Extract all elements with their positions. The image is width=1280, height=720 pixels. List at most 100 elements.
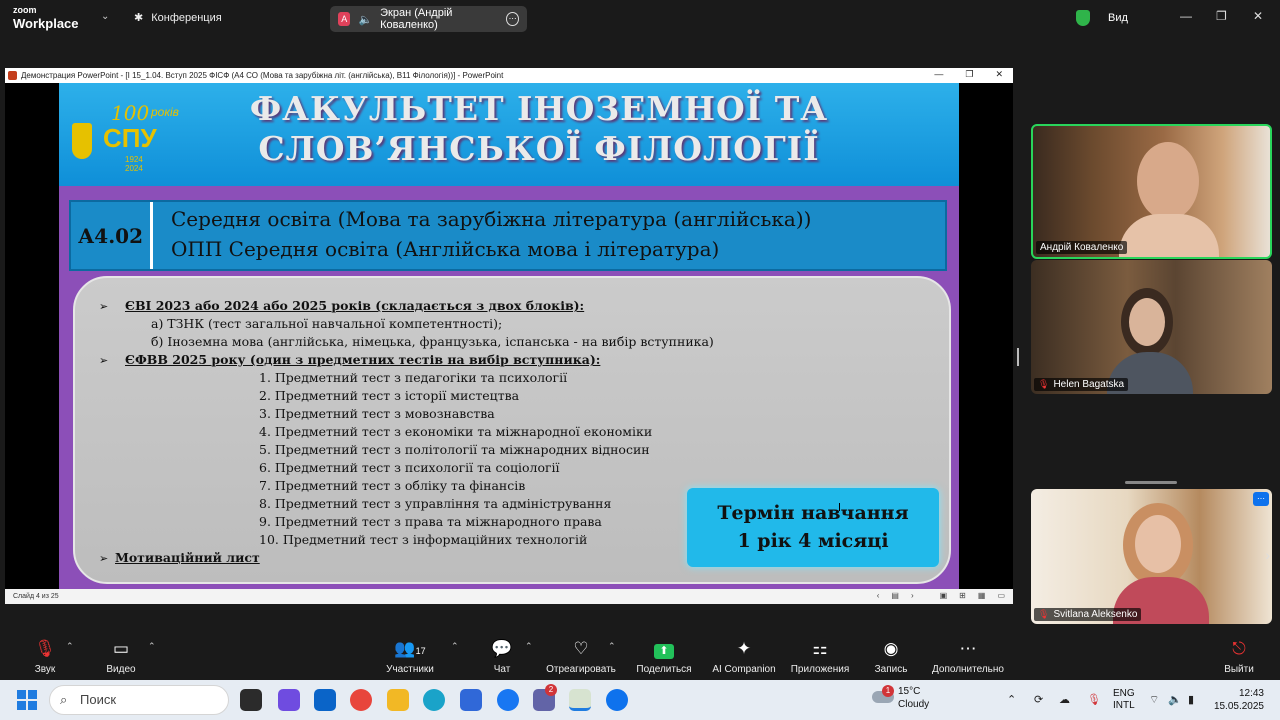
react-label: Отреагировать <box>546 664 616 675</box>
lang-top: ENG <box>1113 688 1135 699</box>
file-explorer-icon[interactable] <box>387 689 409 711</box>
react-options-chevron-icon[interactable]: ⌃ <box>608 641 616 652</box>
next-slide-icon[interactable]: › <box>911 591 914 600</box>
ppt-status-bar: Слайд 4 из 25 ‹ ▤ › ▣ ⊞ ▦ ▭ <box>5 589 1013 604</box>
leave-button[interactable]: ⎋ Выйти <box>1194 631 1280 675</box>
more-icon: ⋯ <box>959 639 977 658</box>
restore-icon[interactable]: ❐ <box>1216 9 1227 23</box>
test-item: 4. Предметний тест з економіки та міжнар… <box>259 424 653 439</box>
video-tile[interactable]: ⋯ › 🎙 Svitlana Aleksenko <box>1031 489 1272 624</box>
view-menu[interactable]: Вид <box>1108 12 1128 24</box>
slide: 100 років СПУ 1924 2024 ФАКУЛЬТЕТ ІНОЗЕМ… <box>59 83 959 589</box>
zoom-app-icon[interactable] <box>606 689 628 711</box>
mic-muted-icon: 🎙 <box>1038 379 1050 389</box>
reading-view-icon[interactable]: ▦ <box>978 591 986 600</box>
slideshow-view-icon[interactable]: ▭ <box>997 591 1005 600</box>
close-icon[interactable]: ✕ <box>1253 9 1263 23</box>
language-indicator[interactable]: ENG INTL <box>1113 688 1135 712</box>
chat-button[interactable]: 💬 Чат ⌃ <box>457 631 547 675</box>
test-item: 5. Предметний тест з політології та міжн… <box>259 442 650 457</box>
sharer-avatar: A <box>338 12 351 26</box>
screen-share-indicator[interactable]: A 🔈 Экран (Андрій Коваленко) ⋯ <box>330 6 527 32</box>
share-button[interactable]: ⬆ Поделиться <box>619 631 709 675</box>
meeting-menu[interactable]: ✱ Конференция <box>134 11 222 25</box>
more-button[interactable]: ⋯ Дополнительно <box>923 631 1013 675</box>
mouse-cursor-icon <box>839 503 845 511</box>
prev-slide-icon[interactable]: ‹ <box>877 591 880 600</box>
chat-options-chevron-icon[interactable]: ⌃ <box>525 641 533 652</box>
powerpoint-icon <box>8 71 17 80</box>
facebook-icon[interactable] <box>497 689 519 711</box>
video-options-chevron-icon[interactable]: ⌃ <box>148 641 156 652</box>
term-line2: 1 рік 4 місяці <box>737 530 889 552</box>
clock[interactable]: 12:43 15.05.2025 <box>1212 687 1264 713</box>
sync-icon[interactable]: ⟳ <box>1034 693 1043 706</box>
wifi-icon[interactable]: ⌔ <box>1149 693 1159 707</box>
slide-menu-icon[interactable]: ▤ <box>891 591 899 600</box>
share-icon: ⬆ <box>619 637 709 661</box>
video-tile[interactable]: Андрій Коваленко <box>1031 124 1272 259</box>
share-label: Поделиться <box>636 664 692 675</box>
participants-count: 17 <box>415 646 426 656</box>
react-button[interactable]: ♡ Отреагировать ⌃ <box>536 631 626 675</box>
task-view-icon[interactable] <box>240 689 262 711</box>
term-line1: Термін навчання <box>717 502 909 524</box>
snipping-tool-icon[interactable] <box>278 689 300 711</box>
store-icon[interactable] <box>460 689 482 711</box>
slide-header: 100 років СПУ 1924 2024 ФАКУЛЬТЕТ ІНОЗЕМ… <box>59 83 959 186</box>
edge-icon[interactable] <box>423 689 445 711</box>
participant-face <box>1137 142 1199 220</box>
more-options-icon[interactable]: ⋯ <box>506 12 519 26</box>
start-icon[interactable] <box>17 690 37 710</box>
audio-options-chevron-icon[interactable]: ⌃ <box>66 641 74 652</box>
participants-button[interactable]: 👥17 Участники ⌃ <box>365 631 458 675</box>
search-icon: ⌕ <box>60 692 68 707</box>
tile-more-icon[interactable]: ⋯ <box>1253 492 1269 506</box>
logo-spu: СПУ <box>103 123 157 153</box>
volume-icon[interactable]: 🔈 <box>1168 693 1182 706</box>
chrome-icon[interactable] <box>350 689 372 711</box>
test-item: 7. Предметний тест з обліку та фінансів <box>259 478 526 493</box>
slide-viewport: 100 років СПУ 1924 2024 ФАКУЛЬТЕТ ІНОЗЕМ… <box>5 83 1013 589</box>
sorter-view-icon[interactable]: ⊞ <box>959 591 966 600</box>
panel-splitter[interactable] <box>1017 348 1019 366</box>
test-item: 6. Предметний тест з психології та соціо… <box>259 460 560 475</box>
participants-icon: 👥17 <box>394 639 426 658</box>
excel-icon[interactable] <box>569 689 591 711</box>
security-shield-icon[interactable] <box>1076 10 1090 26</box>
ppt-minimize-icon[interactable]: — <box>934 69 943 80</box>
mic-muted-icon: 🎙 <box>1038 609 1050 619</box>
test-item: 3. Предметний тест з мовознавства <box>259 406 495 421</box>
minimize-icon[interactable]: — <box>1180 9 1192 23</box>
chevron-up-icon[interactable]: ⌃ <box>1007 693 1016 706</box>
slide-title-line2: СЛОВ’ЯНСЬКОЇ ФІЛОЛОГІЇ <box>258 129 820 168</box>
video-button[interactable]: ▭ Видео ⌃ <box>76 631 166 675</box>
leave-label: Выйти <box>1224 664 1254 675</box>
participant-body <box>1119 214 1219 257</box>
participant-face <box>1135 515 1181 573</box>
battery-icon[interactable]: ▮ <box>1188 693 1194 706</box>
teams-icon[interactable]: 2 <box>533 684 557 711</box>
onedrive-icon[interactable]: ☁ <box>1059 693 1070 706</box>
chevron-down-icon[interactable]: ⌄ <box>101 11 109 22</box>
windows-taskbar: ⌕ Поиск 2 1 15°C Cloudy ⌃ ⟳ ☁ 🎙 ENG INTL… <box>0 680 1280 720</box>
logo-years: років <box>151 105 179 119</box>
efvv-heading: ЄФВВ 2025 року (один з предметних тестів… <box>125 352 601 367</box>
leave-icon: ⎋ <box>1232 639 1246 658</box>
test-item: 10. Предметний тест з інформаційних техн… <box>259 532 588 547</box>
weather-widget[interactable]: 1 15°C Cloudy <box>872 685 929 711</box>
video-tile[interactable]: 🎙 Helen Bagatska <box>1031 260 1272 394</box>
spu-logo: 100 років СПУ 1924 2024 <box>67 87 179 183</box>
logo-shield-icon <box>72 123 92 159</box>
microphone-icon[interactable]: 🎙 <box>1087 693 1101 706</box>
video-label: Видео <box>106 664 136 675</box>
chevron-right-icon[interactable]: › <box>1265 547 1270 563</box>
ppt-close-icon[interactable]: ✕ <box>995 69 1003 80</box>
slide-counter: Слайд 4 из 25 <box>13 593 59 600</box>
taskbar-search[interactable]: ⌕ Поиск <box>49 685 229 715</box>
normal-view-icon[interactable]: ▣ <box>940 591 948 600</box>
meeting-controls: 🎙 Звук ⌃ ▭ Видео ⌃ 👥17 Участники ⌃ 💬 Чат… <box>0 631 1280 680</box>
ppt-restore-icon[interactable]: ❐ <box>965 69 973 80</box>
outlook-icon[interactable] <box>314 689 336 711</box>
bullet-arrow-icon: ➢ <box>99 553 109 565</box>
